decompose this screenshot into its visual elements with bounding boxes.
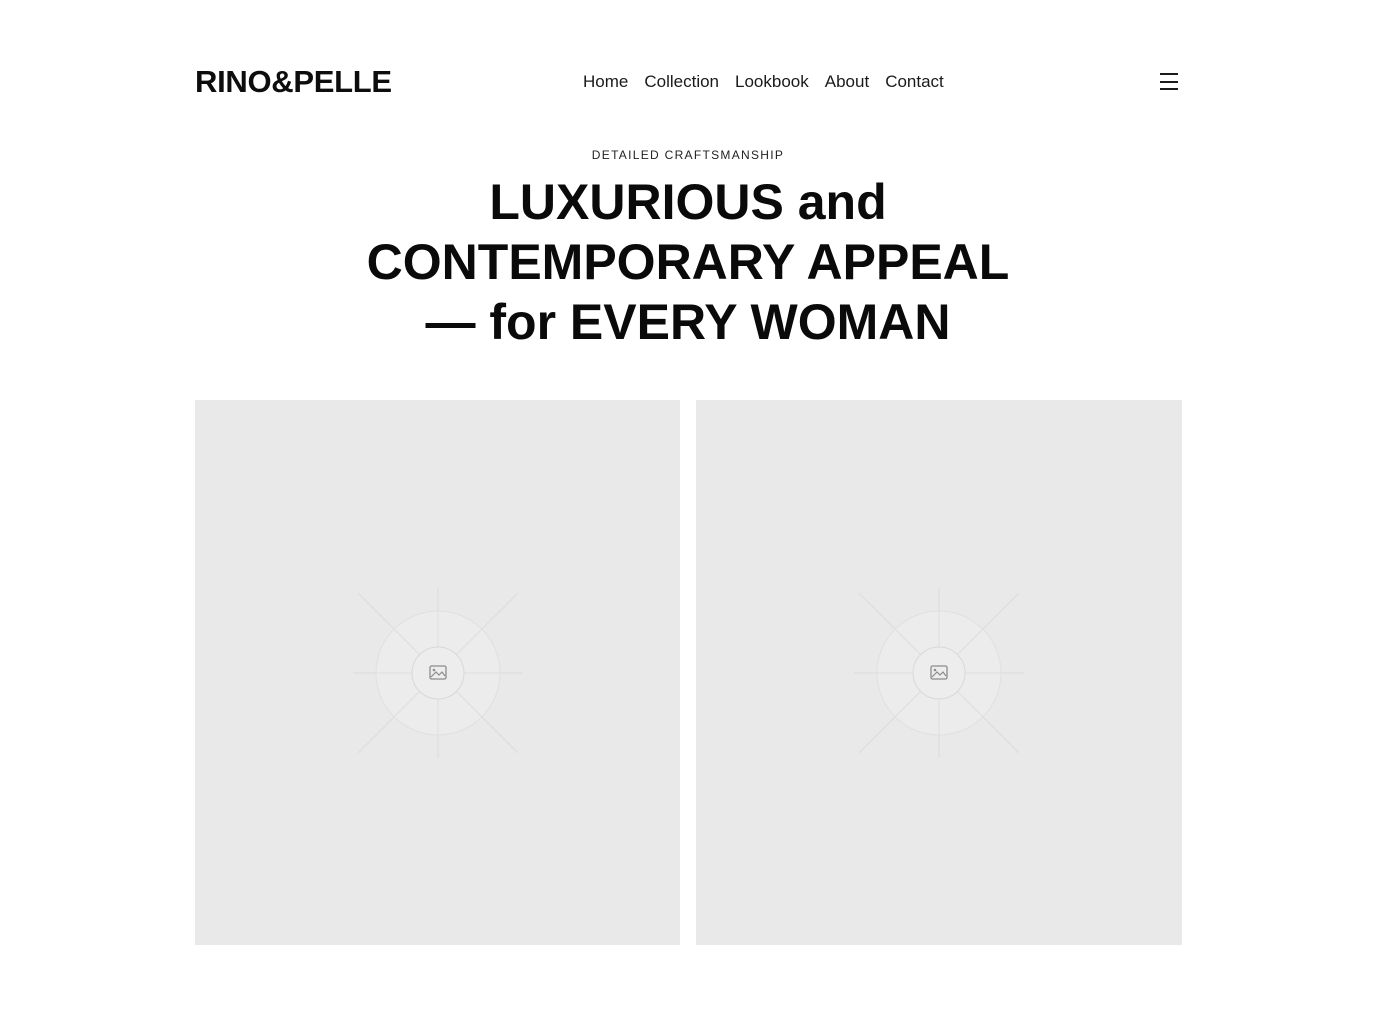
nav-collection[interactable]: Collection <box>644 71 719 93</box>
site-logo[interactable]: RINO&PELLE <box>195 64 392 100</box>
menu-bar <box>1160 88 1178 90</box>
hero-eyebrow: DETAILED CRAFTSMANSHIP <box>591 148 785 162</box>
hero-headline: LUXURIOUS and CONTEMPORARY APPEAL — for … <box>0 172 1376 352</box>
image-placeholder <box>696 400 1182 945</box>
page: RINO&PELLE Home Collection Lookbook Abou… <box>0 0 1376 1009</box>
headline-line: — for EVERY WOMAN <box>425 294 951 350</box>
image-placeholder <box>195 400 680 945</box>
headline-line: LUXURIOUS and <box>489 174 887 230</box>
image-gallery <box>195 400 1182 945</box>
image-placeholder-icon <box>854 587 1024 758</box>
nav-about[interactable]: About <box>825 71 869 93</box>
site-header: RINO&PELLE Home Collection Lookbook Abou… <box>195 60 1182 104</box>
main-nav: Home Collection Lookbook About Contact <box>583 71 944 93</box>
menu-bar <box>1160 80 1178 83</box>
nav-contact[interactable]: Contact <box>885 71 944 93</box>
nav-lookbook[interactable]: Lookbook <box>735 71 809 93</box>
headline-line: CONTEMPORARY APPEAL <box>366 234 1010 290</box>
image-placeholder-icon <box>352 587 523 758</box>
nav-home[interactable]: Home <box>583 71 628 93</box>
menu-bar <box>1160 73 1178 75</box>
hamburger-menu-icon[interactable] <box>1160 73 1180 90</box>
